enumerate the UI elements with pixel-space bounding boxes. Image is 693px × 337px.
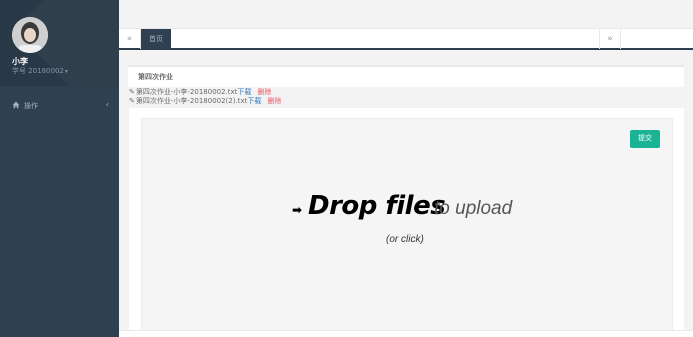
main-content: 第四次作业 ✎第四次作业-小李-20180002.txt下载 删除 ✎第四次作业-…	[119, 50, 693, 337]
file-name: 第四次作业-小李-20180002(2).txt	[135, 97, 248, 105]
sidebar-item-operations[interactable]: 操作 ‹	[0, 96, 119, 116]
download-link[interactable]: 下载	[247, 97, 261, 105]
upload-panel: 提交 ➡ Drop files to upload (or click)	[129, 108, 684, 337]
tab-scroll-left-button[interactable]: «	[119, 29, 141, 49]
tab-scroll-right-button[interactable]: »	[599, 29, 621, 49]
avatar[interactable]	[12, 17, 48, 53]
arrow-right-icon: ➡	[292, 203, 303, 217]
sidebar: 小李 学号 20180002▾ 操作 ‹	[0, 0, 119, 337]
file-list: ✎第四次作业-小李-20180002.txt下载 删除 ✎第四次作业-小李-201…	[129, 88, 281, 106]
to-upload-text: to upload	[434, 198, 513, 219]
profile-panel: 小李 学号 20180002▾	[0, 0, 119, 86]
delete-link[interactable]: 删除	[257, 88, 271, 96]
caret-down-icon: ▾	[64, 68, 68, 75]
file-name: 第四次作业-小李-20180002.txt	[135, 88, 238, 96]
download-link[interactable]: 下载	[237, 88, 251, 96]
user-id-text: 学号 20180002	[12, 67, 64, 75]
tab-home[interactable]: 首页	[141, 29, 171, 49]
assignment-title-panel: 第四次作业	[128, 65, 684, 87]
chevron-left-icon: ‹	[105, 100, 109, 109]
page-title: 第四次作业	[138, 73, 173, 81]
drop-files-text: Drop files	[308, 191, 446, 221]
tab-bar: « 首页 »	[119, 28, 693, 50]
submit-button[interactable]: 提交	[630, 130, 660, 148]
list-item: ✎第四次作业-小李-20180002.txt下载 删除	[129, 88, 281, 97]
paperclip-icon: ✎	[129, 97, 135, 105]
sidebar-item-label: 操作	[24, 102, 38, 110]
user-id-dropdown[interactable]: 学号 20180002▾	[12, 66, 68, 76]
delete-link[interactable]: 删除	[267, 97, 281, 105]
footer	[119, 330, 693, 337]
top-header	[119, 0, 693, 28]
file-dropzone[interactable]: 提交 ➡ Drop files to upload (or click)	[141, 118, 673, 337]
paperclip-icon: ✎	[129, 88, 135, 96]
home-icon	[12, 101, 20, 109]
dropzone-message: ➡ Drop files to upload	[292, 191, 532, 231]
or-click-text: (or click)	[386, 234, 424, 245]
list-item: ✎第四次作业-小李-20180002(2).txt下载 删除	[129, 97, 281, 106]
